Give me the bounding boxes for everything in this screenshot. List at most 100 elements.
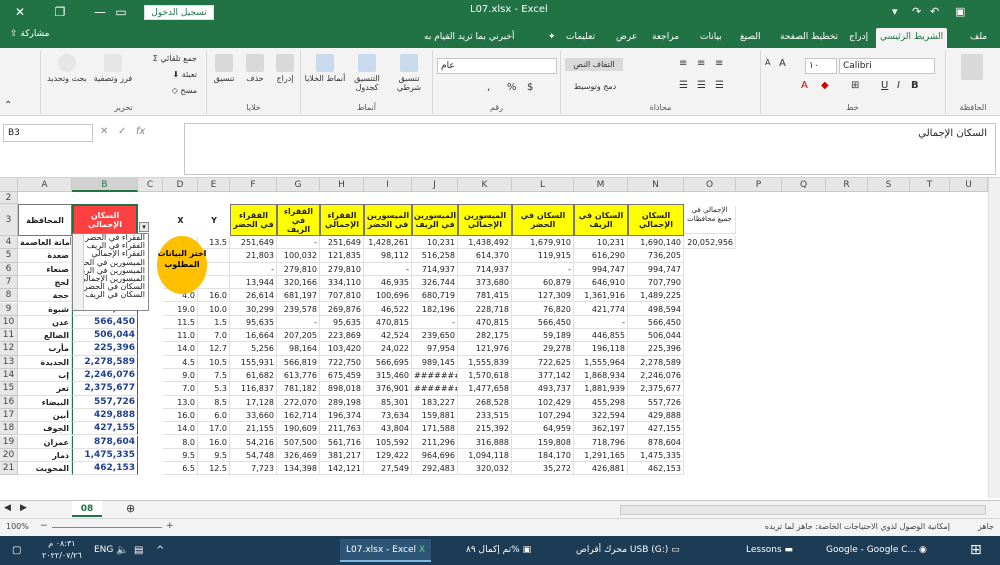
data-cell[interactable]: -: [574, 315, 628, 330]
data-cell[interactable]: 722,625: [512, 355, 574, 369]
data-cell[interactable]: 95,635: [320, 315, 364, 330]
data-cell[interactable]: 46,522: [364, 302, 412, 316]
data-cell[interactable]: 183,227: [412, 395, 458, 409]
data-cell[interactable]: 46,935: [364, 275, 412, 290]
data-cell[interactable]: 98,164: [277, 342, 320, 356]
data-cell[interactable]: 129,422: [364, 448, 412, 463]
data-cell[interactable]: 159,808: [512, 435, 574, 449]
data-cell[interactable]: 155,931: [230, 355, 277, 369]
login-button[interactable]: تسجيل الدخول: [144, 5, 214, 20]
governorate-cell[interactable]: الجوف: [18, 422, 72, 436]
row-header-10[interactable]: 10: [0, 315, 18, 330]
column-header-D[interactable]: D: [163, 178, 198, 192]
column-header-J[interactable]: J: [412, 178, 458, 192]
data-cell[interactable]: 64,959: [512, 422, 574, 436]
data-cell[interactable]: 11.0: [163, 329, 198, 343]
data-cell[interactable]: 16,664: [230, 329, 277, 343]
population-cell[interactable]: 878,604: [72, 435, 138, 449]
row-header-20[interactable]: 20: [0, 448, 18, 463]
column-header-C[interactable]: C: [138, 178, 163, 192]
data-cell[interactable]: 506,044: [628, 329, 684, 343]
row-header-21[interactable]: 21: [0, 462, 18, 476]
data-cell[interactable]: 714,937: [458, 262, 512, 276]
data-cell[interactable]: 100,696: [364, 289, 412, 303]
data-cell[interactable]: 282,175: [458, 329, 512, 343]
data-cell[interactable]: 507,500: [277, 435, 320, 449]
column-header-K[interactable]: K: [458, 178, 512, 192]
data-cell[interactable]: 12.5: [198, 462, 230, 476]
tab-review[interactable]: مراجعة: [648, 28, 683, 48]
data-cell[interactable]: 121,835: [320, 249, 364, 263]
data-cell[interactable]: 10,231: [412, 236, 458, 250]
data-cell[interactable]: 373,680: [458, 275, 512, 290]
cancel-icon[interactable]: ✕: [100, 126, 108, 137]
data-cell[interactable]: 292,483: [412, 462, 458, 476]
italic-button[interactable]: I: [897, 80, 900, 91]
column-header-E[interactable]: E: [198, 178, 230, 192]
header-cell-B[interactable]: السكان الإجمالي: [72, 204, 138, 236]
data-cell[interactable]: 462,153: [628, 462, 684, 476]
row-header-4[interactable]: 4: [0, 236, 18, 250]
data-cell[interactable]: #######: [412, 369, 458, 383]
data-cell[interactable]: 2,246,076: [628, 369, 684, 383]
column-header-F[interactable]: F: [230, 178, 277, 192]
data-cell[interactable]: 33,660: [230, 408, 277, 423]
data-cell[interactable]: 8.0: [163, 435, 198, 449]
data-cell[interactable]: 326,744: [412, 275, 458, 290]
wrap-text-button[interactable]: التفاف النص: [565, 58, 623, 71]
population-cell[interactable]: 557,726: [72, 395, 138, 409]
format-cells-button[interactable]: تنسيق: [209, 54, 239, 83]
data-cell[interactable]: 516,258: [412, 249, 458, 263]
population-cell[interactable]: 2,246,076: [72, 369, 138, 383]
align-left-icon[interactable]: ☰: [679, 80, 688, 91]
save-icon[interactable]: ▣: [955, 5, 965, 18]
ribbon-display-icon[interactable]: ▭: [106, 0, 136, 24]
data-cell[interactable]: 1,679,910: [512, 236, 574, 250]
clear-button[interactable]: ◇ مسح: [137, 86, 197, 95]
row-header-12[interactable]: 12: [0, 342, 18, 356]
number-format-select[interactable]: عام: [437, 58, 557, 74]
population-cell[interactable]: 1,475,335: [72, 448, 138, 463]
governorate-cell[interactable]: حجة: [18, 289, 72, 303]
governorate-cell[interactable]: صنعاء: [18, 262, 72, 276]
data-cell[interactable]: 557,726: [628, 395, 684, 409]
enter-icon[interactable]: ✓: [118, 126, 126, 137]
column-header-O[interactable]: O: [684, 178, 736, 192]
population-cell[interactable]: 427,155: [72, 422, 138, 436]
data-cell[interactable]: 190,609: [277, 422, 320, 436]
data-cell[interactable]: 1,477,658: [458, 382, 512, 396]
data-cell[interactable]: 35,272: [512, 462, 574, 476]
column-header-P[interactable]: P: [736, 178, 782, 192]
data-cell[interactable]: 898,018: [320, 382, 364, 396]
column-header-M[interactable]: M: [574, 178, 628, 192]
data-cell[interactable]: 4.5: [163, 355, 198, 369]
data-cell[interactable]: 43,804: [364, 422, 412, 436]
task-usb[interactable]: محرك أقراص USB (G:) ▭: [570, 539, 686, 562]
data-cell[interactable]: 100,032: [277, 249, 320, 263]
column-header-G[interactable]: G: [277, 178, 320, 192]
data-cell[interactable]: 781,415: [458, 289, 512, 303]
restore-icon[interactable]: ❐: [40, 0, 80, 24]
dropdown-scrollbar[interactable]: [73, 234, 84, 310]
column-header-A[interactable]: A: [18, 178, 72, 192]
data-cell[interactable]: -: [512, 262, 574, 276]
format-as-table-button[interactable]: التنسيق كجدول: [345, 54, 389, 92]
fill-color-icon[interactable]: ◆: [821, 80, 829, 91]
data-cell[interactable]: 223,869: [320, 329, 364, 343]
row-header-7[interactable]: 7: [0, 275, 18, 290]
data-cell[interactable]: 381,217: [320, 448, 364, 463]
data-cell[interactable]: 269,876: [320, 302, 364, 316]
data-cell[interactable]: 994,747: [574, 262, 628, 276]
data-cell[interactable]: 13.5: [198, 236, 230, 250]
data-cell[interactable]: 5,256: [230, 342, 277, 356]
comma-icon[interactable]: ,: [487, 82, 490, 93]
data-cell[interactable]: -: [230, 262, 277, 276]
population-cell[interactable]: 2,375,677: [72, 382, 138, 396]
data-cell[interactable]: 159,881: [412, 408, 458, 423]
autosum-button[interactable]: Σ جمع تلقائي: [137, 54, 197, 63]
data-cell[interactable]: 429,888: [628, 408, 684, 423]
row-header-2[interactable]: 2: [0, 192, 18, 204]
data-cell[interactable]: 251,649: [320, 236, 364, 250]
data-cell[interactable]: 134,398: [277, 462, 320, 476]
task-chrome[interactable]: Google - Google C... ◉: [820, 539, 933, 562]
